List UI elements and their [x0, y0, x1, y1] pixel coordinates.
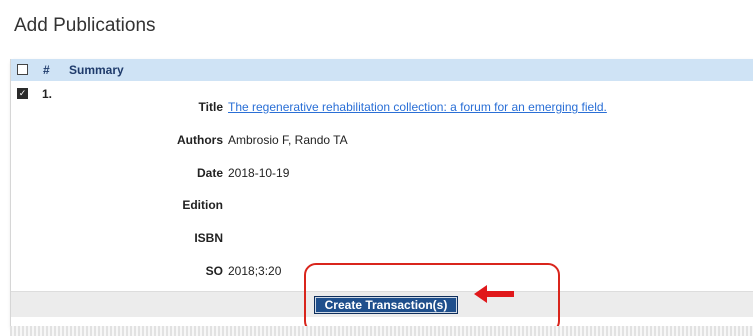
table-header: # Summary — [11, 59, 753, 81]
table-row: ✓ 1. Title The regenerative rehabilitati… — [11, 81, 753, 291]
date-label: Date — [196, 166, 223, 180]
select-all-checkbox[interactable] — [17, 64, 28, 75]
so-value: 2018;3:20 — [228, 264, 282, 278]
page-bottom-edge — [10, 326, 753, 336]
row-number: 1. — [42, 87, 53, 101]
page-title: Add Publications — [14, 15, 156, 36]
title-label: Title — [198, 100, 223, 114]
action-bar: Create Transaction(s) — [11, 291, 753, 317]
so-label: SO — [205, 264, 223, 278]
authors-label: Authors — [177, 133, 223, 147]
authors-value: Ambrosio F, Rando TA — [228, 133, 348, 147]
date-value: 2018-10-19 — [228, 166, 290, 180]
row-checkbox-checked[interactable]: ✓ — [17, 88, 28, 99]
header-number: # — [43, 63, 50, 77]
edition-label: Edition — [182, 198, 223, 212]
header-summary: Summary — [69, 63, 124, 77]
isbn-label: ISBN — [194, 231, 223, 245]
create-transactions-button[interactable]: Create Transaction(s) — [314, 296, 458, 314]
publications-table: # Summary ✓ 1. Title The regenerative re… — [10, 59, 753, 326]
left-arrow-icon — [474, 285, 514, 303]
title-link[interactable]: The regenerative rehabilitation collecti… — [228, 100, 607, 114]
